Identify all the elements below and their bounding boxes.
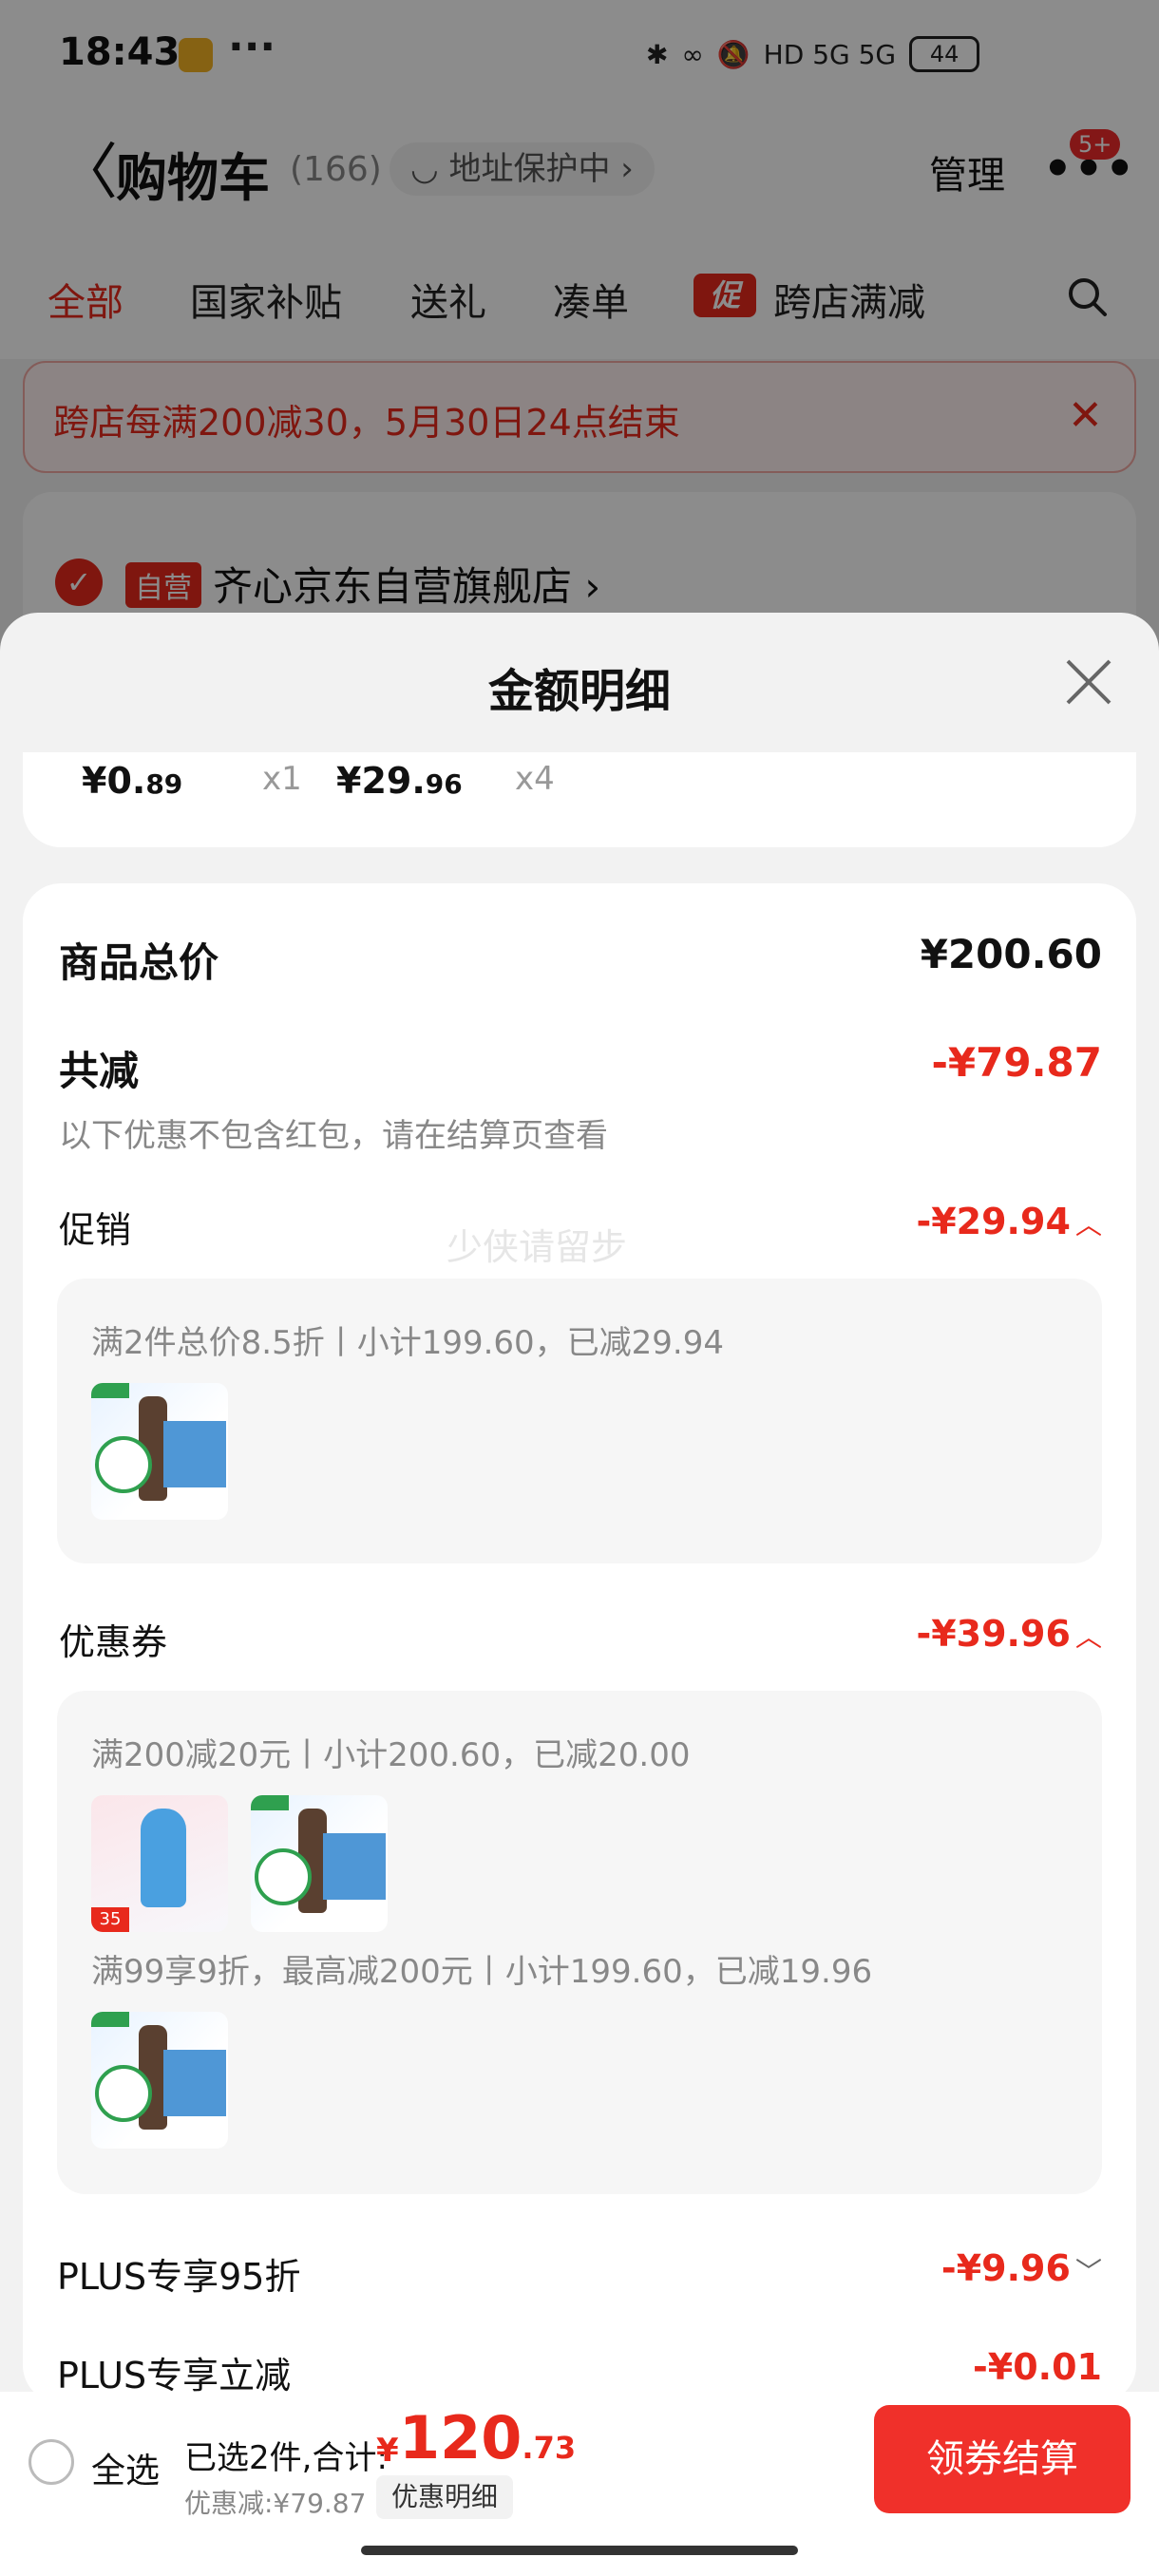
- coupon-detail-text: 满99享9折，最高减200元丨小计199.60，已减19.96: [91, 1953, 873, 1991]
- total-currency: ¥: [376, 2432, 399, 2470]
- select-all-radio[interactable]: [28, 2439, 74, 2485]
- chevron-down-icon: ﹀: [1074, 2256, 1102, 2287]
- promo-value: -¥29.94: [916, 1201, 1071, 1242]
- total-amount: 120.73: [399, 2403, 577, 2472]
- product-thumbnail[interactable]: [91, 2012, 228, 2149]
- item-price: ¥0.89: [82, 760, 183, 802]
- watermark: 少侠请留步: [446, 1226, 628, 1268]
- goods-total-value: ¥200.60: [920, 931, 1102, 977]
- goods-total-label: 商品总价: [59, 939, 219, 986]
- coupon-value: -¥39.96: [916, 1613, 1071, 1655]
- home-indicator: [361, 2546, 798, 2555]
- promo-toggle[interactable]: -¥29.94 ︿: [855, 1201, 1102, 1242]
- coupon-detail-text: 满200减20元丨小计200.60，已减20.00: [91, 1736, 691, 1774]
- close-icon[interactable]: [1062, 655, 1115, 709]
- product-thumbnail[interactable]: [91, 1383, 228, 1520]
- item-qty: x4: [515, 760, 555, 798]
- total-reduce-value: -¥79.87: [931, 1039, 1102, 1086]
- product-thumbnail[interactable]: 35: [91, 1795, 228, 1932]
- plusnow-value: -¥0.01: [973, 2346, 1102, 2388]
- coupon-label: 优惠券: [59, 1621, 168, 1663]
- plus95-value: -¥9.96: [940, 2247, 1071, 2289]
- checkout-button[interactable]: 领券结算: [874, 2405, 1130, 2513]
- sheet-title: 金额明细: [487, 665, 671, 718]
- total-reduce-label: 共减: [59, 1048, 140, 1094]
- saved-amount: 优惠减:¥79.87: [184, 2488, 367, 2519]
- select-all-label[interactable]: 全选: [91, 2443, 160, 2492]
- discount-detail-button[interactable]: 优惠明细: [376, 2475, 514, 2519]
- chevron-up-icon: ︿: [1074, 1621, 1102, 1653]
- item-price: ¥29.96: [336, 760, 463, 802]
- selected-info: 已选2件,合计:: [184, 2439, 388, 2477]
- product-thumbnail[interactable]: [251, 1795, 388, 1932]
- item-qty: x1: [262, 760, 302, 798]
- promo-detail-text: 满2件总价8.5折丨小计199.60，已减29.94: [91, 1324, 725, 1362]
- plus95-label: PLUS专享95折: [57, 2256, 301, 2298]
- plus95-toggle[interactable]: -¥9.96 ﹀: [855, 2247, 1102, 2289]
- items-card: [23, 752, 1136, 847]
- promo-label: 促销: [59, 1209, 132, 1251]
- plusnow-label: PLUS专享立减: [57, 2355, 292, 2396]
- coupon-toggle[interactable]: -¥39.96 ︿: [855, 1613, 1102, 1655]
- redpacket-note: 以下优惠不包含红包，请在结算页查看: [59, 1117, 608, 1155]
- chevron-up-icon: ︿: [1074, 1209, 1102, 1241]
